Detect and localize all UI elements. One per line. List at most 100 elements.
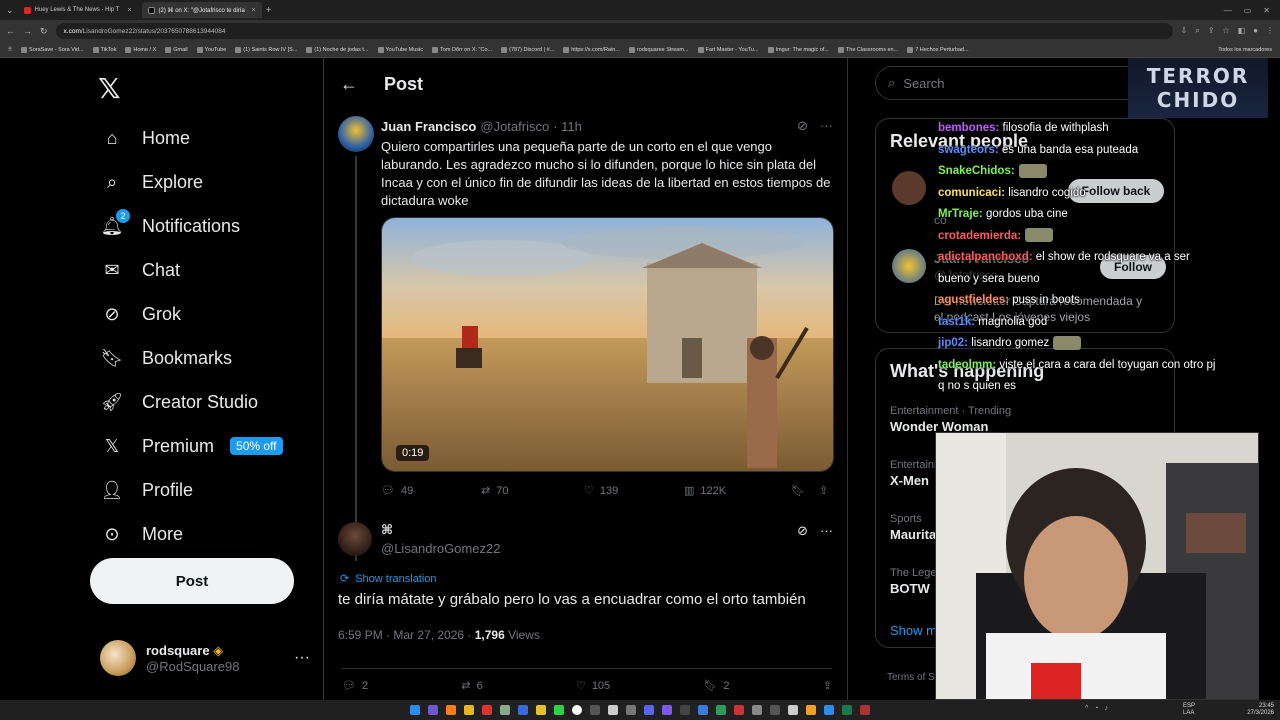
maximize-icon[interactable]: ▭	[1244, 6, 1252, 15]
app-icon[interactable]	[572, 705, 582, 715]
author-name[interactable]: Juan Francisco	[381, 119, 476, 134]
bookmark-item[interactable]: SoraSave - Sora Vid...	[21, 46, 84, 53]
app-icon[interactable]	[734, 705, 744, 715]
bookmark-item[interactable]: Imgur: The magic of...	[767, 46, 829, 53]
bookmark-item[interactable]: Home / X	[125, 46, 156, 53]
new-tab-button[interactable]: +	[266, 5, 272, 16]
bookmark-item[interactable]: https://x.com/Rain...	[563, 46, 620, 53]
bookmark-item[interactable]: Gmail	[165, 46, 188, 53]
show-translation-link[interactable]: ⟳ Show translation	[340, 572, 437, 586]
bookmark-item[interactable]: YouTube	[196, 46, 226, 53]
browser-tab-1[interactable]: Huey Lewis & The News - Hip T ×	[18, 2, 138, 18]
more-icon[interactable]: ···	[294, 649, 310, 667]
extension-icon[interactable]: ◧	[1238, 26, 1246, 36]
nav-item-more[interactable]: ⊙ More	[100, 514, 183, 554]
nav-item-bookmarks[interactable]: 🔖︎ Bookmarks	[100, 338, 232, 378]
profile-icon[interactable]: ●	[1253, 26, 1258, 36]
tab-search-icon[interactable]: ⌄	[6, 5, 14, 16]
trend-item[interactable]: Entertainment · Trending Wonder Woman	[890, 405, 1011, 434]
forward-icon[interactable]: →	[23, 26, 32, 36]
share-icon[interactable]: ⇪	[819, 484, 828, 497]
bookmark-item[interactable]: (787) Discord | #...	[501, 46, 554, 53]
app-icon[interactable]	[752, 705, 762, 715]
nav-item-profile[interactable]: 👤︎ Profile	[100, 470, 193, 510]
steam-icon[interactable]	[518, 705, 528, 715]
repost-button[interactable]: ⇄ 70	[481, 484, 584, 498]
bookmark-item[interactable]: 7 Hechos Perturbad...	[907, 46, 969, 53]
like-button[interactable]: ♡ 105	[576, 679, 610, 693]
bookmark-icon[interactable]: 🔖︎	[791, 484, 819, 497]
app-icon[interactable]	[680, 705, 690, 715]
nav-item-premium[interactable]: 𝕏 Premium 50% off	[100, 426, 283, 466]
nav-item-chat[interactable]: ✉ Chat	[100, 250, 180, 290]
app-icon[interactable]	[788, 705, 798, 715]
back-icon[interactable]: ←	[6, 26, 15, 36]
folder-icon[interactable]	[536, 705, 546, 715]
avatar[interactable]	[338, 522, 372, 556]
language-indicator[interactable]: ESP LAA	[1183, 703, 1195, 717]
bookmark-item[interactable]: Fart Master - YouTu...	[697, 46, 759, 53]
apps-grid-icon[interactable]: ⠿	[8, 47, 12, 53]
x-logo-icon[interactable]: 𝕏	[98, 72, 121, 105]
zoom-icon[interactable]: ⌕	[1195, 26, 1199, 36]
author-name[interactable]: ⌘	[381, 522, 393, 538]
post-button[interactable]: Post	[90, 558, 294, 604]
bookmark-button[interactable]: 🔖︎ 2	[703, 679, 729, 693]
video-player[interactable]: 0:19	[381, 217, 834, 472]
views-button[interactable]: ▥ 122K	[684, 484, 791, 498]
file-icon[interactable]	[608, 705, 618, 715]
clock[interactable]: 23:45 27/3/2026	[1247, 703, 1274, 717]
browser-tab-2[interactable]: (2) ⌘ on X: "@Jotafrisco te diría ×	[141, 2, 262, 18]
app-icon[interactable]	[824, 705, 834, 715]
close-window-icon[interactable]: ✕	[1263, 6, 1270, 15]
volume-icon[interactable]: ♪	[1105, 705, 1109, 712]
share-icon[interactable]: ⇪	[1208, 26, 1215, 36]
app-icon[interactable]	[842, 705, 852, 715]
discord-icon[interactable]	[644, 705, 654, 715]
app-icon[interactable]	[482, 705, 492, 715]
bookmark-item[interactable]: YouTube Music	[377, 46, 423, 53]
app-icon[interactable]	[500, 705, 510, 715]
bookmark-item[interactable]: Tom Dőrr on X: "Co...	[432, 46, 492, 53]
bookmark-item[interactable]: The Classrooms en...	[837, 46, 898, 53]
more-icon[interactable]: ···	[820, 523, 833, 539]
reply-timestamp[interactable]: 6:59 PM · Mar 27, 2026 ·	[338, 628, 475, 642]
repost-button[interactable]: ⇄ 6	[461, 679, 482, 693]
account-switcher[interactable]: rodsquare ◈ @RodSquare98 ···	[100, 638, 310, 678]
obs-icon[interactable]	[860, 705, 870, 715]
app-icon[interactable]	[554, 705, 564, 715]
grok-icon[interactable]: ⊘	[797, 523, 808, 539]
grok-icon[interactable]: ⊘	[797, 118, 808, 134]
app-icon[interactable]	[626, 705, 636, 715]
like-button[interactable]: ♡ 139	[584, 484, 684, 498]
nav-item-grok[interactable]: ⊘ Grok	[100, 294, 181, 334]
app-icon[interactable]	[716, 705, 726, 715]
star-icon[interactable]: ☆	[1222, 26, 1229, 36]
bookmark-item[interactable]: rodsquaree Stream...	[628, 46, 689, 53]
nav-item-notifications[interactable]: 🔔︎ 2 Notifications	[100, 206, 240, 246]
reload-icon[interactable]: ↻	[40, 26, 48, 37]
browser-menu-icon[interactable]: ⋮	[1266, 26, 1274, 36]
bookmark-item[interactable]: (1) Saints Row IV [S...	[235, 46, 297, 53]
app-icon[interactable]	[698, 705, 708, 715]
install-icon[interactable]: ⇩	[1181, 26, 1188, 36]
close-tab-icon[interactable]: ×	[127, 7, 131, 14]
author-handle[interactable]: @LisandroGomez22	[381, 541, 500, 556]
share-icon[interactable]: ⇪	[823, 679, 832, 692]
reply-button[interactable]: 💬︎ 2	[342, 679, 368, 693]
app-icon[interactable]	[770, 705, 780, 715]
footer-links[interactable]: Terms of S	[887, 672, 935, 683]
close-tab-icon[interactable]: ×	[251, 7, 255, 14]
chevron-up-icon[interactable]: ^	[1085, 705, 1088, 712]
more-icon[interactable]: ···	[820, 118, 833, 134]
avatar[interactable]	[338, 116, 374, 152]
app-icon[interactable]	[428, 705, 438, 715]
reply-button[interactable]: 💬︎ 49	[381, 484, 481, 498]
app-icon[interactable]	[590, 705, 600, 715]
nav-item-home[interactable]: ⌂ Home	[100, 118, 190, 158]
windows-start-icon[interactable]	[410, 705, 420, 715]
url-input[interactable]: x.com/LisandroGomez22/status/20376507886…	[55, 23, 1173, 39]
back-arrow-icon[interactable]: ←	[340, 74, 358, 95]
all-bookmarks-folder[interactable]: Todos los marcadores	[1218, 47, 1272, 53]
app-icon[interactable]	[806, 705, 816, 715]
